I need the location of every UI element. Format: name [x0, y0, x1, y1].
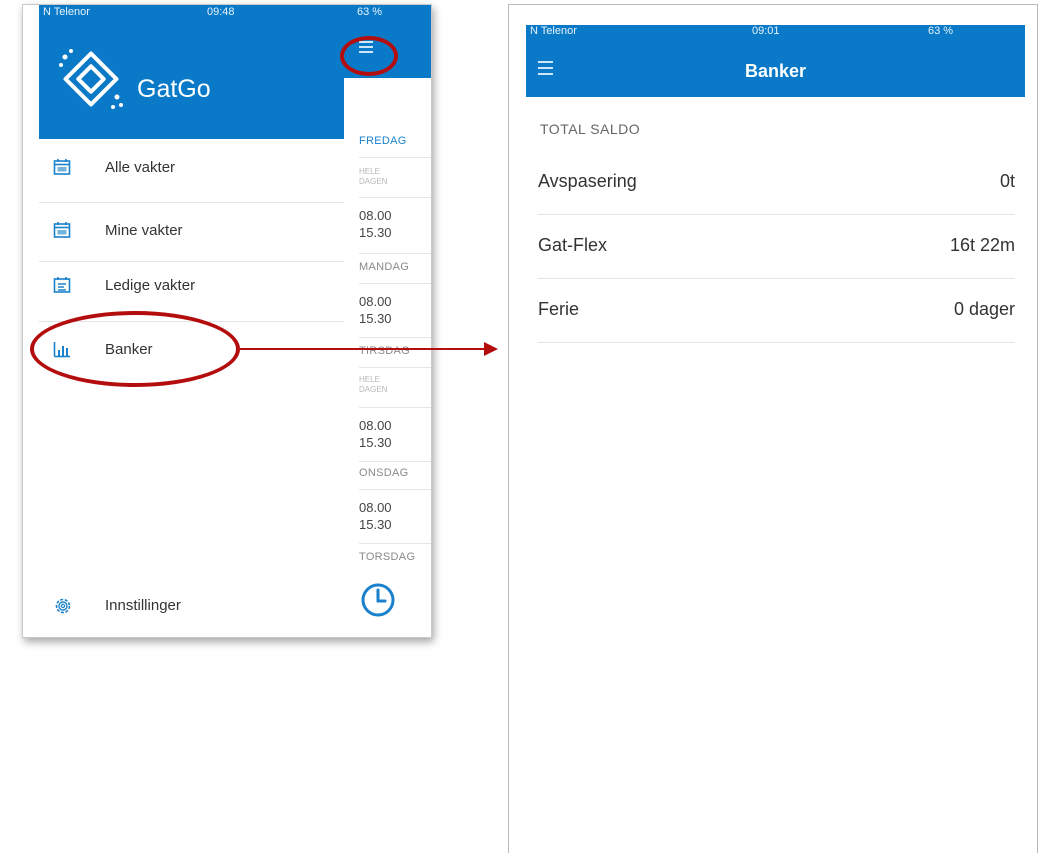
day-header: TIRSDAG [359, 345, 410, 357]
page-title: Banker [744, 61, 807, 81]
day-header: MANDAG [359, 261, 410, 273]
schedule-list: FREDAG HELE DAGEN 08.00 15.30 MANDAG 08.… [354, 125, 431, 585]
day-header: TORSDAG [359, 551, 416, 563]
bank-value: 0t [999, 171, 1015, 191]
app-bar: N Telenor 09:01 63 % Banker [526, 25, 1025, 97]
calendar-grid-icon [53, 159, 71, 175]
bank-row-ferie: Ferie 0 dager [538, 279, 1015, 343]
drawer-item-mine-vakter[interactable]: Mine vakter [39, 206, 344, 258]
day-header: FREDAG [359, 135, 407, 147]
bank-row-avspasering: Avspasering 0t [538, 151, 1015, 215]
bank-value: 0 dager [953, 299, 1015, 319]
carrier-text: N Telenor [530, 25, 577, 37]
bank-label: Gat-Flex [538, 235, 608, 255]
menu-icon[interactable] [359, 41, 379, 57]
drawer-header: GatGo [39, 21, 344, 139]
calendar-list-icon [53, 277, 71, 293]
gear-icon [55, 598, 71, 614]
drawer-item-label: Banker [105, 341, 153, 358]
all-day-label: HELE DAGEN [359, 167, 388, 186]
content-header-strip [344, 21, 431, 78]
drawer-item-label: Mine vakter [105, 222, 183, 239]
status-time: 09:48 [207, 6, 235, 18]
brand-name: GatGo [137, 75, 211, 103]
bank-label: Ferie [538, 299, 580, 319]
carrier-text: N Telenor [43, 6, 90, 18]
calendar-grid-icon [53, 222, 71, 238]
battery-text: 63 % [928, 25, 954, 37]
all-day-label: HELE DAGEN [359, 375, 388, 394]
bank-row-gat-flex: Gat-Flex 16t 22m [538, 215, 1015, 279]
divider [39, 202, 344, 203]
day-header: ONSDAG [359, 467, 409, 479]
battery-text: 63 % [357, 6, 383, 18]
bank-value: 16t 22m [949, 235, 1015, 255]
right-phone-screenshot: N Telenor 09:01 63 % Banker TOTAL SALDO … [508, 4, 1038, 853]
section-title: TOTAL SALDO [540, 121, 641, 137]
drawer-item-innstillinger[interactable]: Innstillinger [39, 587, 344, 627]
bank-label: Avspasering [538, 171, 637, 191]
status-bar: N Telenor 09:48 63 % [39, 5, 431, 21]
shift-time[interactable]: 08.00 15.30 [359, 499, 431, 533]
gatgo-logo-icon [59, 49, 123, 109]
drawer-item-label: Innstillinger [105, 597, 181, 614]
shift-time[interactable]: 08.00 15.30 [359, 417, 431, 451]
bar-chart-icon [53, 342, 70, 358]
drawer-item-ledige-vakter[interactable]: Ledige vakter [39, 261, 344, 313]
clock-icon[interactable] [360, 580, 400, 620]
left-phone-screenshot: N Telenor 09:48 63 % GatGo Alle vakter M… [22, 4, 432, 638]
shift-time[interactable]: 08.00 15.30 [359, 207, 431, 241]
drawer-item-alle-vakter[interactable]: Alle vakter [39, 143, 344, 195]
drawer-item-label: Ledige vakter [105, 277, 196, 294]
shift-time[interactable]: 08.00 15.30 [359, 293, 431, 327]
drawer-item-banker[interactable]: Banker [39, 325, 344, 377]
drawer-item-label: Alle vakter [105, 159, 176, 176]
divider [39, 321, 344, 322]
status-time: 09:01 [752, 25, 780, 37]
status-bar: N Telenor 09:01 63 % [526, 25, 1025, 39]
